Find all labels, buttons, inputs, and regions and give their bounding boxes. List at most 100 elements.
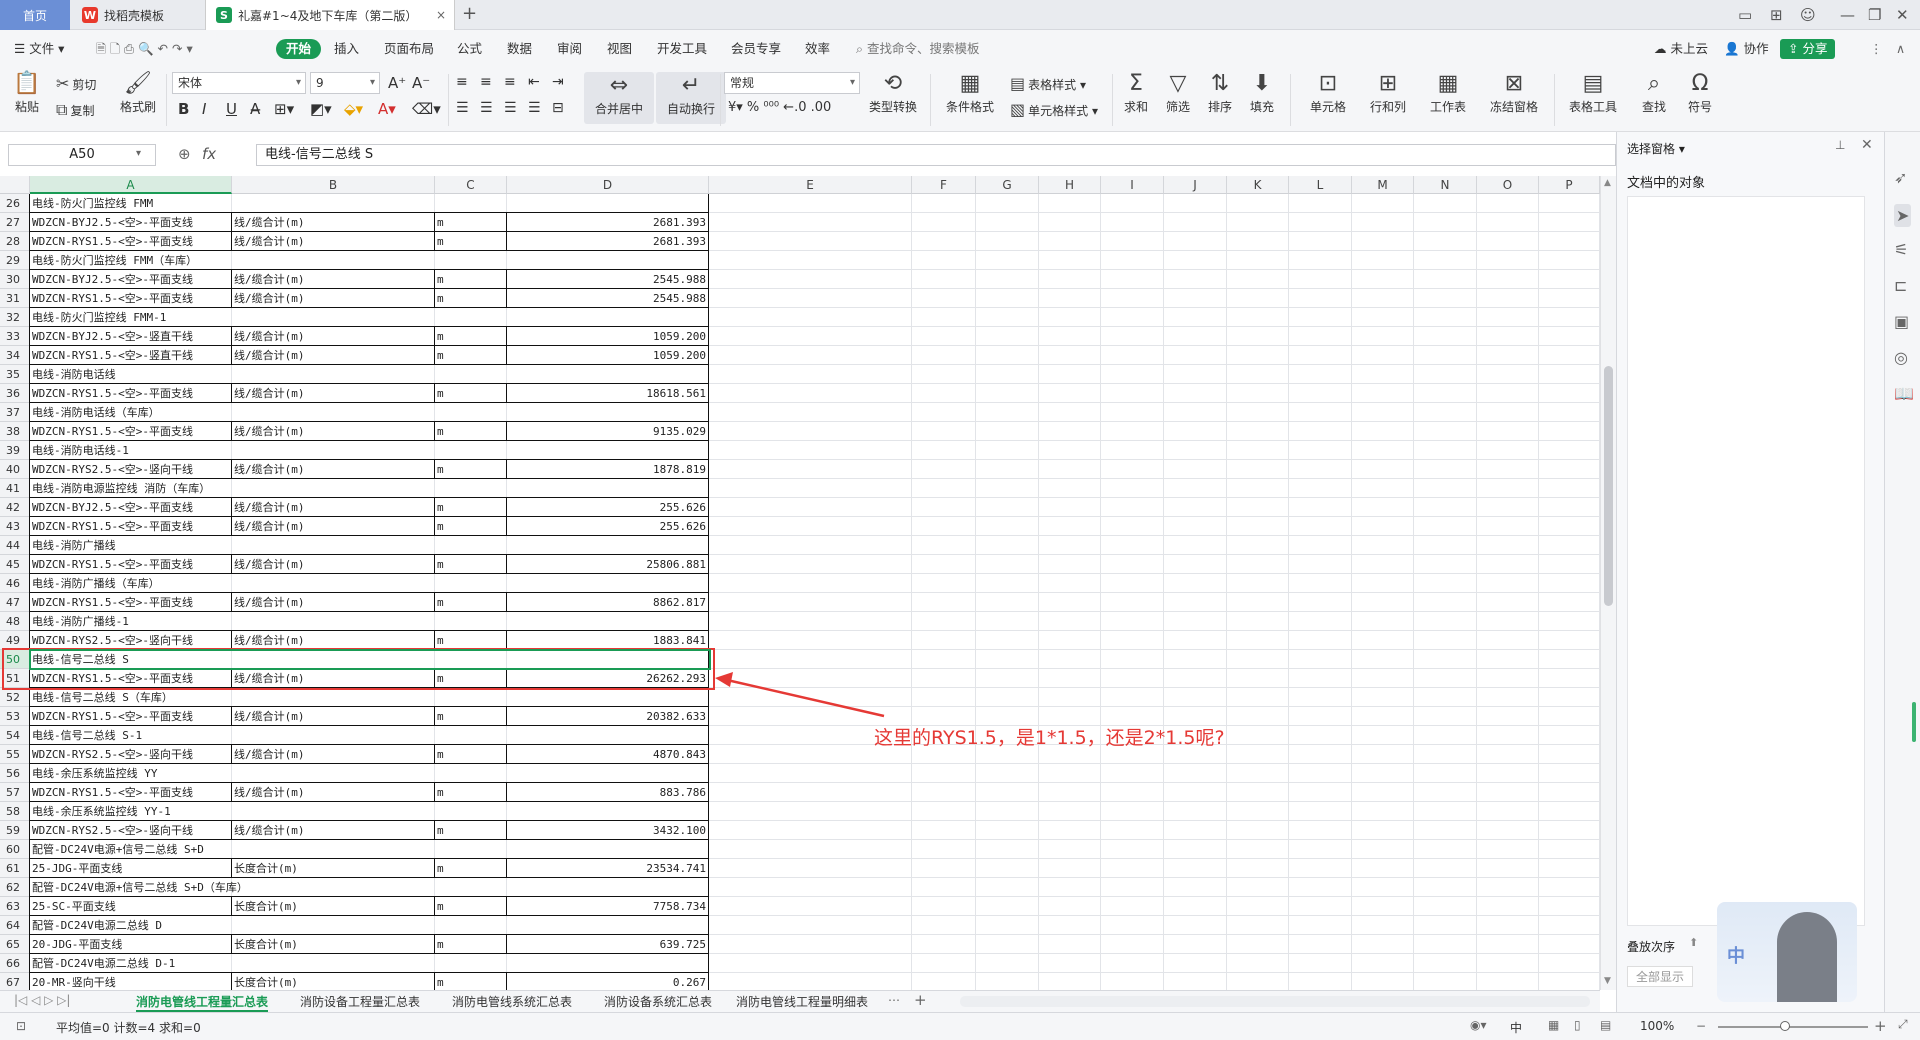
border-icon[interactable]: ⊞▾ [274,100,294,118]
zoom-out-icon[interactable]: − [1696,1019,1706,1033]
more-icon[interactable]: ⋮ [1870,39,1883,59]
symbol-button[interactable]: Ω 符号 [1680,72,1720,115]
selection-pane-title[interactable]: 选择窗格 ▾ [1627,140,1685,157]
align-right-icon[interactable]: ☰ [504,100,517,116]
sheet-tab-1[interactable]: 消防电管线工程量汇总表 [136,993,269,1012]
command-search[interactable]: ⌕ 查找命令、搜索模板 [856,39,980,59]
zoom-in-icon[interactable]: + [1874,1017,1887,1035]
tab-start[interactable]: 开始 [276,39,322,59]
vertical-scroll-thumb[interactable] [1604,366,1613,606]
name-box[interactable]: A50 [8,144,156,166]
format-painter-button[interactable]: 🖌 格式刷 [118,72,158,115]
filter-button[interactable]: ▽ 筛选 [1160,72,1196,115]
underline-icon[interactable]: U [226,100,237,118]
tab-insert[interactable]: 插入 [334,39,359,59]
italic-icon[interactable]: I [202,100,206,118]
bracket-icon[interactable]: ⊏ [1894,276,1907,295]
zoom-icon[interactable]: ⊕ [178,145,191,163]
spreadsheet-grid[interactable]: ABCDEFGHIJKLMNOP 26 电线-防火门监控线 FMM 27 WDZCN-… [0,176,1600,990]
font-color-icon[interactable]: A▾ [378,100,396,118]
bring-forward-icon[interactable]: ⬆ [1689,936,1698,949]
cloud-status[interactable]: ☁ 未上云 [1654,39,1708,59]
find-button[interactable]: ⌕ 查找 [1634,72,1674,115]
close-tab-icon[interactable]: × [436,8,446,22]
tab-view[interactable]: 视图 [607,39,632,59]
table-style-button[interactable]: ▤ 表格样式 ▾ [1010,74,1086,93]
function-icon[interactable]: fx [202,145,216,163]
minimize-icon[interactable]: — [1840,6,1855,24]
apps-grid-icon[interactable]: ⊞ [1770,6,1783,24]
collab-button[interactable]: 👤 协作 [1724,39,1769,59]
scroll-down-icon[interactable]: ▼ [1604,976,1611,986]
avatar[interactable]: ☺ [1800,6,1816,24]
distributed-icon[interactable]: ⊟ [552,100,564,116]
indent-decrease-icon[interactable]: ⇤ [528,74,540,90]
new-tab-button[interactable]: + [462,3,477,24]
rowcol-button[interactable]: ⊞ 行和列 [1360,72,1416,115]
scroll-up-icon[interactable]: ▲ [1604,178,1611,188]
tab-formula[interactable]: 公式 [457,39,482,59]
collapse-ribbon-icon[interactable]: ∧ [1896,39,1905,59]
align-middle-icon[interactable]: ≡ [480,74,492,90]
copy-button[interactable]: ⧉ 复制 [56,100,94,120]
worksheet-button[interactable]: ▦ 工作表 [1420,72,1476,115]
tab-docer-templates[interactable]: W 找稻壳模板 [72,0,202,30]
font-size-up-icon[interactable]: A⁺ [388,74,406,92]
fill-color-icon[interactable]: ◩▾ [310,100,332,118]
book-icon[interactable]: 📖 [1894,384,1914,403]
horizontal-scrollbar[interactable] [960,996,1590,1007]
page-layout-view-icon[interactable]: ▯ [1574,1018,1581,1032]
fullscreen-icon[interactable]: ⤢ [1898,1017,1908,1032]
close-pane-icon[interactable]: ✕ [1861,137,1873,153]
tab-efficiency[interactable]: 效率 [805,39,830,59]
vertical-scrollbar[interactable]: ▲ ▼ [1600,176,1616,990]
sheet-tab-2[interactable]: 消防设备工程量汇总表 [300,993,420,1010]
table-tools-button[interactable]: ▤ 表格工具 [1562,72,1624,115]
sheet-tab-4[interactable]: 消防设备系统汇总表 [604,993,712,1010]
name-box-dropdown-icon[interactable]: ▾ [136,148,141,159]
sheet-tab-5[interactable]: 消防电管线工程量明细表 [736,993,868,1010]
tab-data[interactable]: 数据 [507,39,532,59]
cell-style-button[interactable]: ▧ 单元格样式 ▾ [1010,100,1098,119]
merge-center-button[interactable]: ⇔ 合并居中 [584,72,654,124]
add-sheet-icon[interactable]: + [914,991,927,1009]
wrap-text-button[interactable]: ↵ 自动换行 [656,72,726,124]
file-menu[interactable]: ☰ 文件 ▾ [14,39,64,59]
font-size-select[interactable]: 9 [310,72,380,94]
restore-icon[interactable]: ❐ [1868,6,1881,24]
tab-home[interactable]: 首页 [0,0,70,30]
select-cursor-icon[interactable]: ➤ [1894,204,1912,227]
show-all-button[interactable]: 全部显示 [1627,966,1694,987]
layout-icon[interactable]: ▭ [1738,6,1752,24]
pin-icon[interactable]: ⊥ [1835,138,1845,152]
more-sheets-icon[interactable]: ⋯ [888,993,900,1007]
align-top-icon[interactable]: ≡ [456,74,468,90]
align-center-icon[interactable]: ☰ [480,100,493,116]
close-window-icon[interactable]: ✕ [1896,6,1909,24]
share-button[interactable]: ⇪ 分享 [1780,39,1836,59]
sheet-tab-3[interactable]: 消防电管线系统汇总表 [452,993,572,1010]
image-icon[interactable]: ▣ [1894,312,1909,331]
strikethrough-icon[interactable]: A̶ [250,100,260,118]
tab-developer[interactable]: 开发工具 [657,39,707,59]
sheet-nav-icons[interactable]: |◁ ◁ ▷ ▷| [14,993,70,1007]
number-format-select[interactable]: 常规 [724,72,860,94]
ime-indicator[interactable]: 中 [1510,1019,1522,1036]
normal-view-icon[interactable]: ▦ [1548,1018,1559,1032]
font-size-down-icon[interactable]: A⁻ [412,74,430,92]
highlight-icon[interactable]: ⬙▾ [344,100,363,118]
zoom-slider-thumb[interactable] [1780,1021,1790,1031]
freeze-button[interactable]: ⊠ 冻结窗格 [1484,72,1544,115]
type-convert-button[interactable]: ⟲ 类型转换 [862,72,924,115]
zoom-level[interactable]: 100% [1640,1019,1674,1033]
font-name-select[interactable]: 宋体 [172,72,306,94]
cell-button[interactable]: ⊡ 单元格 [1300,72,1356,115]
clear-format-icon[interactable]: ⌫▾ [412,100,441,118]
assistant-avatar[interactable]: 中 [1717,902,1857,1002]
align-bottom-icon[interactable]: ≡ [504,74,516,90]
rocket-icon[interactable]: ➶ [1894,168,1907,187]
objects-list[interactable] [1627,196,1865,926]
indent-increase-icon[interactable]: ⇥ [552,74,564,90]
fill-button[interactable]: ⬇ 填充 [1244,72,1280,115]
align-left-icon[interactable]: ☰ [456,100,469,116]
